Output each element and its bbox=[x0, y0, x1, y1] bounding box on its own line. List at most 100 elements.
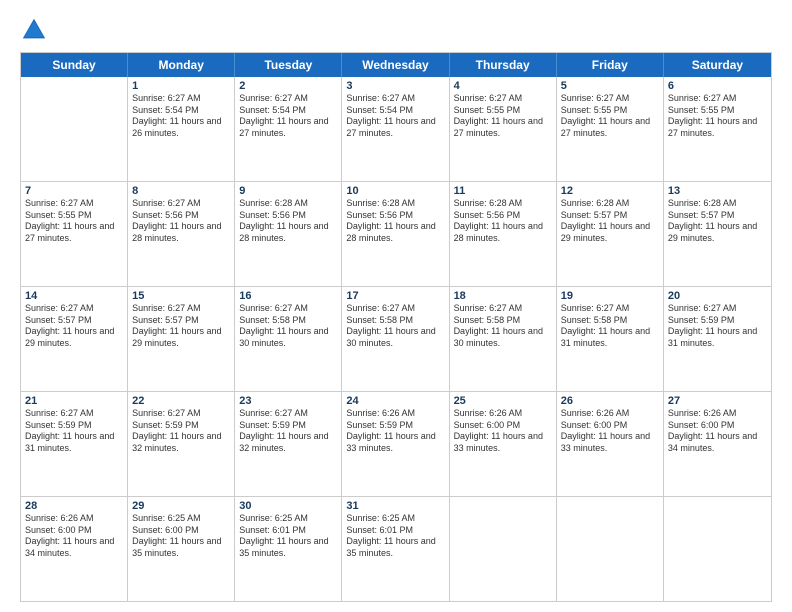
day-number: 9 bbox=[239, 185, 337, 197]
sunset-text: Sunset: 5:54 PM bbox=[346, 105, 444, 117]
day-number: 1 bbox=[132, 80, 230, 92]
table-row: 17Sunrise: 6:27 AMSunset: 5:58 PMDayligh… bbox=[342, 287, 449, 391]
day-number: 5 bbox=[561, 80, 659, 92]
sunset-text: Sunset: 5:57 PM bbox=[668, 210, 767, 222]
sunrise-text: Sunrise: 6:27 AM bbox=[239, 93, 337, 105]
day-number: 13 bbox=[668, 185, 767, 197]
table-row: 19Sunrise: 6:27 AMSunset: 5:58 PMDayligh… bbox=[557, 287, 664, 391]
daylight-text: Daylight: 11 hours and 30 minutes. bbox=[454, 326, 552, 349]
header-day-tuesday: Tuesday bbox=[235, 53, 342, 77]
logo bbox=[20, 16, 52, 44]
sunset-text: Sunset: 5:59 PM bbox=[25, 420, 123, 432]
table-row: 21Sunrise: 6:27 AMSunset: 5:59 PMDayligh… bbox=[21, 392, 128, 496]
sunset-text: Sunset: 5:55 PM bbox=[561, 105, 659, 117]
daylight-text: Daylight: 11 hours and 32 minutes. bbox=[132, 431, 230, 454]
sunrise-text: Sunrise: 6:27 AM bbox=[25, 198, 123, 210]
header-day-wednesday: Wednesday bbox=[342, 53, 449, 77]
table-row: 27Sunrise: 6:26 AMSunset: 6:00 PMDayligh… bbox=[664, 392, 771, 496]
table-row: 15Sunrise: 6:27 AMSunset: 5:57 PMDayligh… bbox=[128, 287, 235, 391]
daylight-text: Daylight: 11 hours and 27 minutes. bbox=[454, 116, 552, 139]
daylight-text: Daylight: 11 hours and 27 minutes. bbox=[346, 116, 444, 139]
sunset-text: Sunset: 5:59 PM bbox=[668, 315, 767, 327]
header-day-friday: Friday bbox=[557, 53, 664, 77]
table-row: 5Sunrise: 6:27 AMSunset: 5:55 PMDaylight… bbox=[557, 77, 664, 181]
header-day-thursday: Thursday bbox=[450, 53, 557, 77]
day-number: 3 bbox=[346, 80, 444, 92]
sunrise-text: Sunrise: 6:28 AM bbox=[346, 198, 444, 210]
table-row bbox=[557, 497, 664, 601]
calendar: SundayMondayTuesdayWednesdayThursdayFrid… bbox=[20, 52, 772, 602]
sunset-text: Sunset: 5:56 PM bbox=[454, 210, 552, 222]
daylight-text: Daylight: 11 hours and 34 minutes. bbox=[668, 431, 767, 454]
day-number: 14 bbox=[25, 290, 123, 302]
daylight-text: Daylight: 11 hours and 27 minutes. bbox=[239, 116, 337, 139]
day-number: 17 bbox=[346, 290, 444, 302]
sunset-text: Sunset: 5:58 PM bbox=[454, 315, 552, 327]
calendar-header: SundayMondayTuesdayWednesdayThursdayFrid… bbox=[21, 53, 771, 77]
sunset-text: Sunset: 6:00 PM bbox=[132, 525, 230, 537]
daylight-text: Daylight: 11 hours and 33 minutes. bbox=[346, 431, 444, 454]
daylight-text: Daylight: 11 hours and 29 minutes. bbox=[668, 221, 767, 244]
day-number: 27 bbox=[668, 395, 767, 407]
day-number: 22 bbox=[132, 395, 230, 407]
daylight-text: Daylight: 11 hours and 33 minutes. bbox=[561, 431, 659, 454]
sunset-text: Sunset: 5:56 PM bbox=[239, 210, 337, 222]
day-number: 29 bbox=[132, 500, 230, 512]
table-row: 9Sunrise: 6:28 AMSunset: 5:56 PMDaylight… bbox=[235, 182, 342, 286]
day-number: 28 bbox=[25, 500, 123, 512]
calendar-week-1: 1Sunrise: 6:27 AMSunset: 5:54 PMDaylight… bbox=[21, 77, 771, 182]
daylight-text: Daylight: 11 hours and 28 minutes. bbox=[454, 221, 552, 244]
table-row: 24Sunrise: 6:26 AMSunset: 5:59 PMDayligh… bbox=[342, 392, 449, 496]
sunrise-text: Sunrise: 6:26 AM bbox=[454, 408, 552, 420]
sunset-text: Sunset: 5:59 PM bbox=[346, 420, 444, 432]
sunset-text: Sunset: 5:55 PM bbox=[25, 210, 123, 222]
sunrise-text: Sunrise: 6:26 AM bbox=[668, 408, 767, 420]
sunrise-text: Sunrise: 6:26 AM bbox=[561, 408, 659, 420]
daylight-text: Daylight: 11 hours and 28 minutes. bbox=[346, 221, 444, 244]
sunset-text: Sunset: 5:57 PM bbox=[25, 315, 123, 327]
daylight-text: Daylight: 11 hours and 28 minutes. bbox=[239, 221, 337, 244]
header-day-saturday: Saturday bbox=[664, 53, 771, 77]
table-row bbox=[664, 497, 771, 601]
header-day-sunday: Sunday bbox=[21, 53, 128, 77]
sunrise-text: Sunrise: 6:25 AM bbox=[239, 513, 337, 525]
day-number: 19 bbox=[561, 290, 659, 302]
sunset-text: Sunset: 6:01 PM bbox=[239, 525, 337, 537]
sunset-text: Sunset: 6:00 PM bbox=[454, 420, 552, 432]
page: SundayMondayTuesdayWednesdayThursdayFrid… bbox=[0, 0, 792, 612]
daylight-text: Daylight: 11 hours and 31 minutes. bbox=[668, 326, 767, 349]
sunset-text: Sunset: 5:57 PM bbox=[561, 210, 659, 222]
daylight-text: Daylight: 11 hours and 34 minutes. bbox=[25, 536, 123, 559]
day-number: 26 bbox=[561, 395, 659, 407]
daylight-text: Daylight: 11 hours and 33 minutes. bbox=[454, 431, 552, 454]
table-row: 10Sunrise: 6:28 AMSunset: 5:56 PMDayligh… bbox=[342, 182, 449, 286]
table-row: 20Sunrise: 6:27 AMSunset: 5:59 PMDayligh… bbox=[664, 287, 771, 391]
sunrise-text: Sunrise: 6:26 AM bbox=[25, 513, 123, 525]
sunset-text: Sunset: 5:55 PM bbox=[454, 105, 552, 117]
table-row: 13Sunrise: 6:28 AMSunset: 5:57 PMDayligh… bbox=[664, 182, 771, 286]
sunrise-text: Sunrise: 6:28 AM bbox=[561, 198, 659, 210]
table-row: 2Sunrise: 6:27 AMSunset: 5:54 PMDaylight… bbox=[235, 77, 342, 181]
sunrise-text: Sunrise: 6:25 AM bbox=[346, 513, 444, 525]
table-row: 3Sunrise: 6:27 AMSunset: 5:54 PMDaylight… bbox=[342, 77, 449, 181]
table-row: 25Sunrise: 6:26 AMSunset: 6:00 PMDayligh… bbox=[450, 392, 557, 496]
daylight-text: Daylight: 11 hours and 29 minutes. bbox=[561, 221, 659, 244]
table-row: 16Sunrise: 6:27 AMSunset: 5:58 PMDayligh… bbox=[235, 287, 342, 391]
day-number: 11 bbox=[454, 185, 552, 197]
day-number: 7 bbox=[25, 185, 123, 197]
day-number: 12 bbox=[561, 185, 659, 197]
day-number: 24 bbox=[346, 395, 444, 407]
daylight-text: Daylight: 11 hours and 32 minutes. bbox=[239, 431, 337, 454]
table-row: 7Sunrise: 6:27 AMSunset: 5:55 PMDaylight… bbox=[21, 182, 128, 286]
day-number: 6 bbox=[668, 80, 767, 92]
sunset-text: Sunset: 5:59 PM bbox=[239, 420, 337, 432]
sunrise-text: Sunrise: 6:27 AM bbox=[561, 303, 659, 315]
sunrise-text: Sunrise: 6:25 AM bbox=[132, 513, 230, 525]
sunrise-text: Sunrise: 6:27 AM bbox=[132, 408, 230, 420]
daylight-text: Daylight: 11 hours and 26 minutes. bbox=[132, 116, 230, 139]
table-row: 4Sunrise: 6:27 AMSunset: 5:55 PMDaylight… bbox=[450, 77, 557, 181]
table-row: 30Sunrise: 6:25 AMSunset: 6:01 PMDayligh… bbox=[235, 497, 342, 601]
table-row: 8Sunrise: 6:27 AMSunset: 5:56 PMDaylight… bbox=[128, 182, 235, 286]
sunset-text: Sunset: 5:56 PM bbox=[346, 210, 444, 222]
day-number: 30 bbox=[239, 500, 337, 512]
